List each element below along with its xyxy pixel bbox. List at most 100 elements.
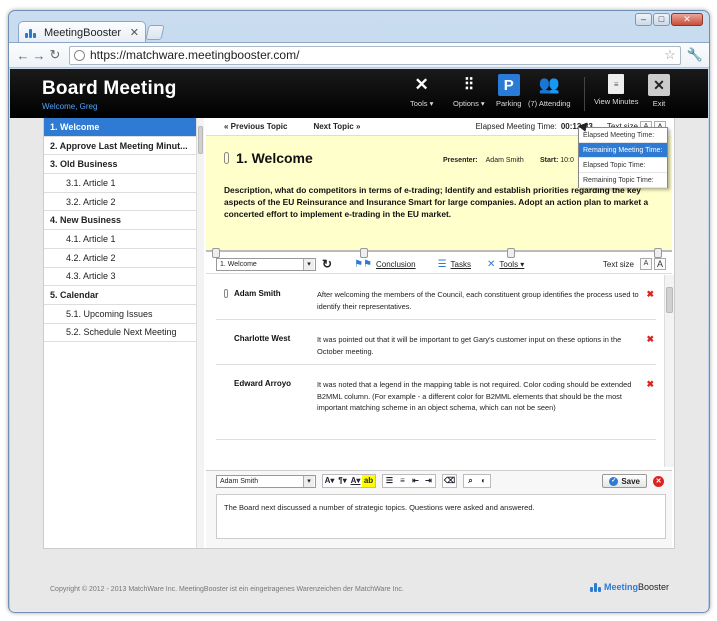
paperclip-icon[interactable] (224, 289, 228, 298)
timer-menu-item[interactable]: Remaining Meeting Time: (579, 143, 667, 158)
back-icon[interactable]: ← (15, 48, 31, 63)
text-size-label: Text size (602, 259, 634, 269)
app-header: Board Meeting Welcome, Greg ✕ Tools ▾ ⫶⫶… (10, 69, 708, 118)
tab-title: MeetingBooster (44, 26, 122, 39)
start-label: Start: (540, 157, 559, 164)
delete-note-icon[interactable]: ✖ (646, 334, 654, 345)
link-icon[interactable]: ◐ (477, 475, 490, 487)
attending-label: (7) Attending (528, 99, 571, 108)
presenter-name: Adam Smith (485, 157, 524, 164)
cancel-icon[interactable]: ✕ (653, 475, 664, 487)
notes-scrollbar[interactable] (664, 275, 674, 467)
timer-menu-item[interactable]: Elapsed Meeting Time: (579, 128, 667, 143)
agenda-item[interactable]: 5. Calendar (44, 286, 198, 305)
forward-icon[interactable]: → (31, 48, 47, 63)
exit-button[interactable]: ✕ Exit (648, 74, 670, 108)
save-label: Save (621, 476, 640, 486)
parking-button[interactable]: P Parking (496, 74, 521, 108)
font-smaller-button[interactable]: A (640, 258, 652, 270)
highlight-icon[interactable]: ab (362, 475, 375, 487)
maximize-button[interactable]: □ (653, 13, 670, 26)
check-icon: ✓ (609, 476, 619, 486)
reload-icon[interactable]: ↻ (47, 47, 63, 63)
browser-window: – □ ✕ MeetingBooster ✕ ← → ↻ https://mat… (8, 10, 710, 613)
agenda-item[interactable]: 3.2. Article 2 (44, 193, 198, 212)
save-button[interactable]: ✓ Save (602, 474, 647, 488)
wrench-icon[interactable]: 🔧 (687, 47, 703, 63)
options-button[interactable]: ⫶⫶ Options ▾ (453, 74, 485, 108)
note-row[interactable]: Adam Smith After welcoming the members of… (216, 275, 656, 320)
tools-label: Tools ▾ (410, 99, 434, 108)
agenda-item[interactable]: 5.2. Schedule Next Meeting (44, 324, 198, 343)
agenda-item[interactable]: 4.3. Article 3 (44, 268, 198, 287)
agenda-item[interactable]: 4. New Business (44, 211, 198, 231)
numbered-list-icon[interactable]: ≡ (396, 475, 409, 487)
topic-description: Description, what do competitors in term… (224, 185, 649, 219)
attending-button[interactable]: 👥 (7) Attending (528, 74, 571, 108)
view-minutes-button[interactable]: ≡ View Minutes (594, 74, 638, 106)
format-controls: ⌫ (442, 474, 457, 488)
previous-topic-link[interactable]: « Previous Topic (224, 122, 287, 131)
agenda-item[interactable]: 5.1. Upcoming Issues (44, 305, 198, 324)
paragraph-icon[interactable]: ¶▾ (336, 475, 349, 487)
conclusion-link[interactable]: ⚑⚑ Conclusion (354, 259, 416, 270)
view-minutes-label: View Minutes (594, 97, 639, 106)
presenter-label: Presenter: (443, 157, 478, 164)
font-color-icon[interactable]: A▾ (349, 475, 362, 487)
meetingbooster-icon (25, 28, 39, 38)
tools-button[interactable]: ✕ Tools ▾ (410, 74, 433, 108)
agenda-sidebar: 1. Welcome 2. Approve Last Meeting Minut.… (44, 118, 199, 548)
delete-note-icon[interactable]: ✖ (646, 379, 654, 390)
scroll-thumb[interactable] (198, 126, 203, 154)
close-window-button[interactable]: ✕ (671, 13, 703, 26)
sliders-icon: ⫶⫶ (464, 75, 474, 94)
note-row[interactable]: Charlotte West It was pointed out that it… (216, 320, 656, 365)
agenda-item[interactable]: 4.1. Article 1 (44, 230, 198, 249)
delete-note-icon[interactable]: ✖ (646, 289, 654, 300)
eraser-icon[interactable]: ⌫ (443, 475, 456, 487)
bullet-list-icon[interactable]: ☰ (383, 475, 396, 487)
refresh-icon[interactable]: ↻ (322, 257, 332, 271)
options-label: Options ▾ (453, 99, 485, 108)
agenda-item[interactable]: 1. Welcome (44, 118, 198, 137)
attachment-icon[interactable]: ⌕ (464, 475, 477, 487)
indent-icon[interactable]: ⇥ (422, 475, 435, 487)
notes-tools-menu[interactable]: ✕ Tools ▾ (487, 259, 524, 270)
presenter-info: Presenter: Adam Smith (443, 157, 524, 164)
agenda-scrollbar[interactable] (196, 118, 204, 548)
font-larger-button[interactable]: A (654, 258, 666, 270)
agenda-item[interactable]: 3.1. Article 1 (44, 174, 198, 193)
author-select[interactable]: Adam Smith (216, 474, 316, 488)
star-icon[interactable]: ☆ (664, 47, 676, 63)
note-text-area[interactable]: The Board next discussed a number of str… (216, 494, 666, 539)
note-text: It was pointed out that it will be impor… (317, 335, 622, 356)
scroll-thumb[interactable] (666, 287, 673, 313)
tasks-link[interactable]: ☰ Tasks (438, 259, 471, 270)
timer-menu-item[interactable]: Elapsed Topic Time: (579, 158, 667, 173)
agenda-item[interactable]: 3. Old Business (44, 155, 198, 175)
new-tab-button[interactable] (145, 25, 165, 40)
insert-controls: ⌕ ◐ (463, 474, 491, 488)
topic-select[interactable]: 1. Welcome (216, 257, 316, 271)
meeting-workspace: 1. Welcome 2. Approve Last Meeting Minut.… (43, 118, 675, 549)
timer-menu-item[interactable]: Remaining Topic Time: (579, 173, 667, 188)
close-tab-icon[interactable]: ✕ (130, 26, 139, 39)
crown-icon (590, 582, 601, 592)
font-size-icon[interactable]: A▾ (323, 475, 336, 487)
address-bar[interactable]: https://matchware.meetingbooster.com/ ☆ (69, 45, 681, 65)
window-controls: – □ ✕ (635, 13, 703, 26)
browser-tab[interactable]: MeetingBooster ✕ (18, 21, 146, 43)
next-topic-link[interactable]: Next Topic » (313, 122, 360, 131)
note-editor: Adam Smith A▾ ¶▾ A▾ ab ☰ ≡ ⇤ ⇥ (206, 470, 672, 548)
note-row[interactable]: Edward Arroyo It was noted that a legend … (216, 365, 656, 440)
paperclip-icon[interactable] (224, 152, 229, 164)
agenda-item[interactable]: 2. Approve Last Meeting Minut... (44, 137, 198, 156)
minimize-button[interactable]: – (635, 13, 652, 26)
web-page: Board Meeting Welcome, Greg ✕ Tools ▾ ⫶⫶… (10, 69, 708, 612)
list-controls: ☰ ≡ ⇤ ⇥ (382, 474, 436, 488)
note-author: Charlotte West (234, 334, 291, 343)
timer-dropdown-menu: Elapsed Meeting Time: Remaining Meeting T… (578, 127, 668, 188)
outdent-icon[interactable]: ⇤ (409, 475, 422, 487)
logo-text-meeting: Meeting (604, 582, 639, 592)
agenda-item[interactable]: 4.2. Article 2 (44, 249, 198, 268)
